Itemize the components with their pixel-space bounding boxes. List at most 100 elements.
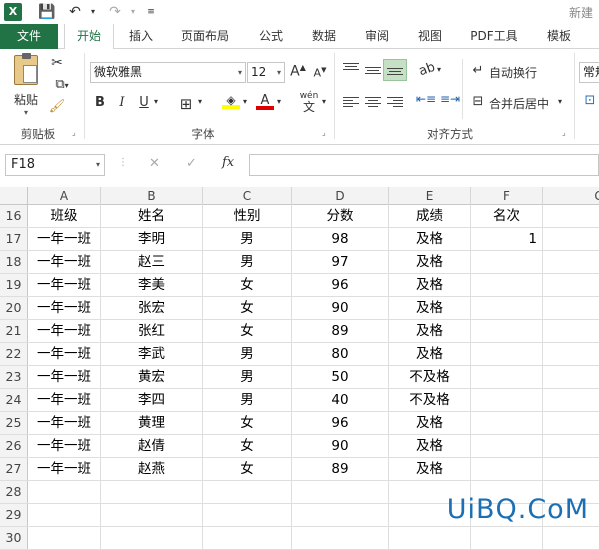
cell-b25[interactable]: 黄理 xyxy=(101,412,203,434)
undo-dropdown-icon[interactable]: ▾ xyxy=(84,3,102,21)
cell-a21[interactable]: 一年一班 xyxy=(28,320,101,342)
cell-b21[interactable]: 张红 xyxy=(101,320,203,342)
column-header-c[interactable]: C xyxy=(203,187,292,205)
cell-b20[interactable]: 张宏 xyxy=(101,297,203,319)
tab-page-layout[interactable]: 页面布局 xyxy=(172,24,238,49)
cell-a25[interactable]: 一年一班 xyxy=(28,412,101,434)
cell-e16[interactable]: 成绩 xyxy=(389,205,471,227)
insert-function-icon[interactable]: fx xyxy=(222,155,234,170)
cell-b19[interactable]: 李美 xyxy=(101,274,203,296)
cell-g16[interactable] xyxy=(543,205,599,227)
name-box[interactable]: F18 ▾ xyxy=(5,154,105,176)
orientation-dropdown-icon[interactable]: ▾ xyxy=(437,65,441,74)
cell-b30[interactable] xyxy=(101,527,203,549)
row-header[interactable]: 29 xyxy=(0,504,28,526)
cell-g20[interactable] xyxy=(543,297,599,319)
cell-g24[interactable] xyxy=(543,389,599,411)
row-header[interactable]: 24 xyxy=(0,389,28,411)
row-header[interactable]: 28 xyxy=(0,481,28,503)
row-header[interactable]: 30 xyxy=(0,527,28,549)
phonetic-icon[interactable]: wén 文 xyxy=(296,91,322,115)
cell-d16[interactable]: 分数 xyxy=(292,205,389,227)
font-size-dropdown[interactable]: 12 ▾ xyxy=(247,62,285,83)
column-header-b[interactable]: B xyxy=(101,187,203,205)
select-all-button[interactable] xyxy=(0,187,28,205)
cell-a29[interactable] xyxy=(28,504,101,526)
cell-e27[interactable]: 及格 xyxy=(389,458,471,480)
cell-c29[interactable] xyxy=(203,504,292,526)
cell-e22[interactable]: 及格 xyxy=(389,343,471,365)
cell-g21[interactable] xyxy=(543,320,599,342)
enter-icon[interactable]: ✓ xyxy=(186,156,197,171)
cell-b16[interactable]: 姓名 xyxy=(101,205,203,227)
cell-d19[interactable]: 96 xyxy=(292,274,389,296)
cell-d30[interactable] xyxy=(292,527,389,549)
cell-c22[interactable]: 男 xyxy=(203,343,292,365)
fill-color-icon[interactable]: ◈ xyxy=(222,93,240,113)
cell-c23[interactable]: 男 xyxy=(203,366,292,388)
cell-d28[interactable] xyxy=(292,481,389,503)
column-header-d[interactable]: D xyxy=(292,187,389,205)
cell-b24[interactable]: 李四 xyxy=(101,389,203,411)
column-header-g[interactable]: G xyxy=(543,187,599,205)
cell-b29[interactable] xyxy=(101,504,203,526)
cell-g22[interactable] xyxy=(543,343,599,365)
number-format-dropdown[interactable]: 常规 xyxy=(579,62,599,83)
cell-c28[interactable] xyxy=(203,481,292,503)
align-left-icon[interactable] xyxy=(343,95,359,109)
align-top-icon[interactable] xyxy=(343,61,359,75)
cell-d29[interactable] xyxy=(292,504,389,526)
tab-home[interactable]: 开始 xyxy=(64,24,114,50)
row-header[interactable]: 25 xyxy=(0,412,28,434)
underline-button[interactable]: U xyxy=(136,95,152,110)
borders-icon[interactable]: ⊞ xyxy=(178,95,194,113)
align-middle-icon[interactable] xyxy=(365,65,381,79)
cell-g27[interactable] xyxy=(543,458,599,480)
cell-d18[interactable]: 97 xyxy=(292,251,389,273)
fill-color-dropdown-icon[interactable]: ▾ xyxy=(243,97,247,106)
cancel-icon[interactable]: ✕ xyxy=(149,156,160,171)
cell-a24[interactable]: 一年一班 xyxy=(28,389,101,411)
cell-e18[interactable]: 及格 xyxy=(389,251,471,273)
save-icon[interactable]: 💾 xyxy=(38,3,56,21)
cell-a23[interactable]: 一年一班 xyxy=(28,366,101,388)
cell-g30[interactable] xyxy=(543,527,599,549)
row-header[interactable]: 17 xyxy=(0,228,28,250)
cell-f25[interactable] xyxy=(471,412,543,434)
customize-toolbar-icon[interactable]: ≡ xyxy=(142,3,160,21)
cell-c16[interactable]: 性别 xyxy=(203,205,292,227)
tab-file[interactable]: 文件 xyxy=(0,24,58,49)
cut-icon[interactable]: ✂ xyxy=(48,55,66,73)
cell-f18[interactable] xyxy=(471,251,543,273)
cell-f16[interactable]: 名次 xyxy=(471,205,543,227)
cell-c19[interactable]: 女 xyxy=(203,274,292,296)
cell-d27[interactable]: 89 xyxy=(292,458,389,480)
cell-f21[interactable] xyxy=(471,320,543,342)
decrease-indent-icon[interactable]: ⇤≡ xyxy=(416,92,436,106)
cell-a27[interactable]: 一年一班 xyxy=(28,458,101,480)
currency-format-icon[interactable]: ⊡ xyxy=(582,93,598,108)
tab-templates[interactable]: 模板 xyxy=(538,24,580,49)
cell-g26[interactable] xyxy=(543,435,599,457)
row-header[interactable]: 20 xyxy=(0,297,28,319)
cell-b22[interactable]: 李武 xyxy=(101,343,203,365)
cell-e20[interactable]: 及格 xyxy=(389,297,471,319)
cell-d22[interactable]: 80 xyxy=(292,343,389,365)
cell-e21[interactable]: 及格 xyxy=(389,320,471,342)
tab-pdf-tools[interactable]: PDF工具 xyxy=(463,24,525,49)
row-header[interactable]: 18 xyxy=(0,251,28,273)
cell-d21[interactable]: 89 xyxy=(292,320,389,342)
wrap-text-button[interactable]: 自动换行 xyxy=(489,64,537,81)
cell-c17[interactable]: 男 xyxy=(203,228,292,250)
merge-center-button[interactable]: 合并后居中 xyxy=(489,95,549,112)
cell-c21[interactable]: 女 xyxy=(203,320,292,342)
cell-a17[interactable]: 一年一班 xyxy=(28,228,101,250)
cell-c30[interactable] xyxy=(203,527,292,549)
drag-handle-icon[interactable]: ⋮ xyxy=(118,157,128,168)
tab-review[interactable]: 审阅 xyxy=(356,24,398,49)
cell-c27[interactable]: 女 xyxy=(203,458,292,480)
font-name-dropdown[interactable]: 微软雅黑 ▾ xyxy=(90,62,246,83)
cell-e26[interactable]: 及格 xyxy=(389,435,471,457)
row-header[interactable]: 16 xyxy=(0,205,28,227)
cell-c25[interactable]: 女 xyxy=(203,412,292,434)
